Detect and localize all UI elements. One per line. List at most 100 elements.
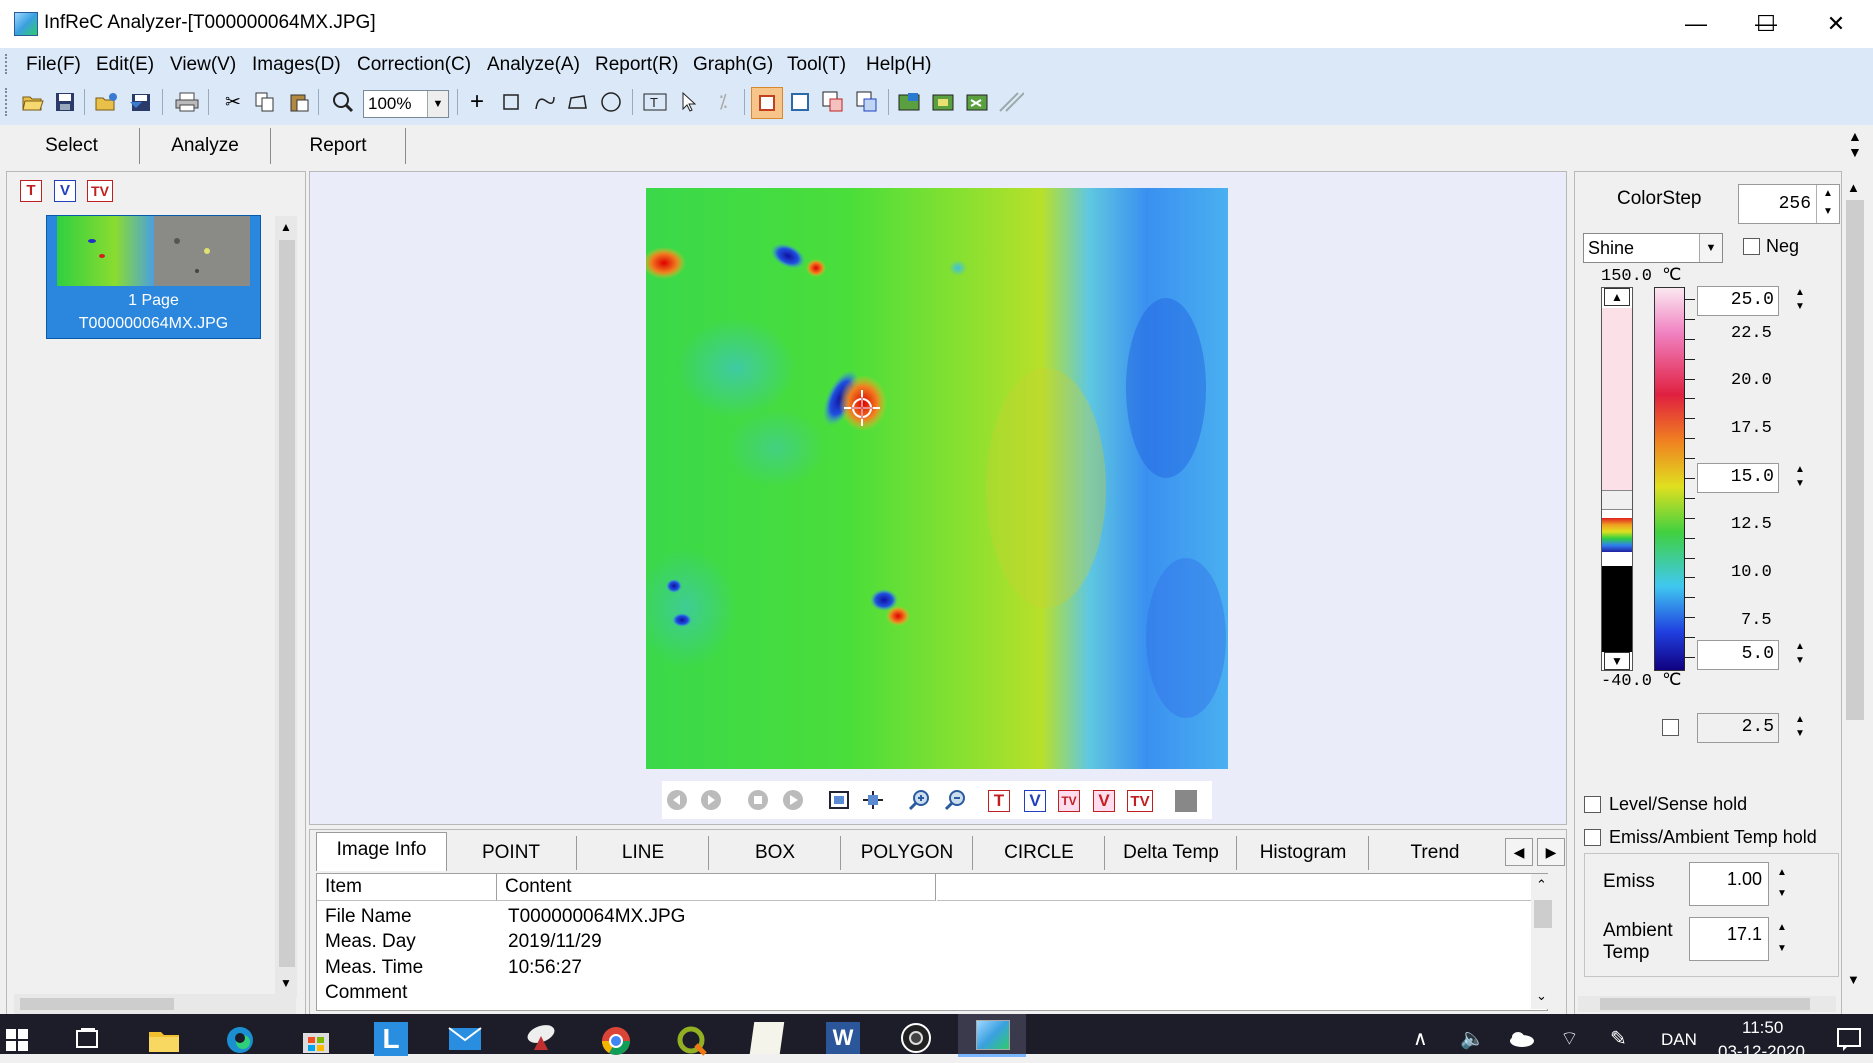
area-icon[interactable] [787, 89, 813, 115]
tab-trend[interactable]: Trend [1370, 836, 1500, 870]
print-icon[interactable] [174, 89, 200, 115]
filter-thermal-icon[interactable]: T [20, 180, 42, 202]
filter-visible-icon[interactable]: V [54, 180, 76, 202]
volume-icon[interactable]: 🔈 [1460, 1026, 1485, 1051]
step-icon[interactable] [698, 787, 724, 813]
tab-analyze[interactable]: Analyze [140, 128, 271, 164]
menu-tool[interactable]: Tool(T) [787, 54, 846, 76]
pen-icon[interactable]: ✎ [1610, 1026, 1627, 1051]
scroll-up-icon[interactable]: ▲ [280, 220, 292, 234]
tab-polygon[interactable]: POLYGON [842, 836, 973, 870]
image-import-icon[interactable] [930, 89, 956, 115]
level-high-spinner[interactable]: 25.0 [1697, 286, 1779, 316]
menu-graph[interactable]: Graph(G) [693, 54, 773, 76]
frame-icon[interactable] [751, 87, 783, 119]
batch-open-icon[interactable] [94, 89, 120, 115]
tab-scroll-arrows[interactable]: ▲ ▼ [1848, 128, 1862, 160]
dual-view-icon[interactable]: TV [1127, 790, 1153, 812]
tab-delta-temp[interactable]: Delta Temp [1106, 836, 1237, 870]
zoom-select[interactable]: 100% ▼ [363, 90, 449, 118]
compare-icon[interactable] [854, 89, 880, 115]
level-mid-spinner[interactable]: 15.0 [1697, 463, 1779, 493]
image-export-icon[interactable] [896, 89, 922, 115]
menu-images[interactable]: Images(D) [252, 54, 341, 76]
neg-checkbox[interactable] [1743, 238, 1760, 255]
infrec-taskbar-button[interactable] [958, 1014, 1026, 1057]
notification-icon[interactable] [1836, 1026, 1862, 1058]
zoom-out-icon[interactable] [942, 787, 968, 813]
tab-circle[interactable]: CIRCLE [974, 836, 1105, 870]
menu-correction[interactable]: Correction(C) [357, 54, 471, 76]
level-sense-hold-checkbox[interactable] [1584, 796, 1601, 813]
play-icon[interactable] [780, 787, 806, 813]
batch-save-icon[interactable] [128, 89, 154, 115]
scroll-up-icon[interactable]: ▲ [1847, 180, 1860, 195]
left-hscroll-thumb[interactable] [20, 998, 174, 1010]
satellite-icon[interactable] [524, 1022, 558, 1060]
file-explorer-icon[interactable] [148, 1026, 180, 1060]
line-tool-icon[interactable] [532, 89, 558, 115]
step-spinner[interactable]: 2.5 [1697, 713, 1779, 743]
chrome-icon[interactable] [600, 1025, 632, 1063]
tray-chevron-icon[interactable]: ∧ [1413, 1026, 1428, 1051]
level-low-spinner[interactable]: 5.0 [1697, 640, 1779, 670]
wifi-icon[interactable]: ⌔ [1560, 1026, 1579, 1051]
minimize-button[interactable]: — [1661, 0, 1731, 48]
copy-icon[interactable] [252, 89, 278, 115]
tab-line[interactable]: LINE [578, 836, 709, 870]
ambient-temp-input[interactable]: 17.1 [1689, 917, 1769, 961]
qgis-icon[interactable] [676, 1025, 708, 1063]
thermal-view-icon[interactable]: T [988, 790, 1010, 812]
store-icon[interactable] [300, 1025, 332, 1061]
spinner-arrows-icon[interactable]: ▲ ▼ [1789, 286, 1811, 314]
lightshot-icon[interactable]: L [374, 1022, 408, 1056]
pdf-icon[interactable] [749, 1022, 785, 1054]
chevron-down-icon[interactable]: ▼ [1699, 234, 1722, 262]
menu-edit[interactable]: Edit(E) [96, 54, 154, 76]
right-hscroll-thumb[interactable] [1600, 998, 1810, 1010]
zoom-icon[interactable] [330, 89, 356, 115]
menu-file[interactable]: File(F) [26, 54, 81, 76]
menu-report[interactable]: Report(R) [595, 54, 678, 76]
thumbnail-card[interactable]: 1 Page T000000064MX.JPG [46, 215, 261, 339]
circle-tool-icon[interactable] [598, 89, 624, 115]
level-bar[interactable]: ▲ ▼ [1601, 287, 1633, 671]
close-button[interactable]: ✕ [1801, 0, 1871, 48]
stripes-icon[interactable] [998, 89, 1024, 115]
filter-both-icon[interactable]: TV [87, 180, 113, 202]
chevron-down-icon[interactable]: ▼ [427, 91, 448, 117]
maximize-button[interactable]: ☐ [1731, 0, 1801, 48]
scroll-down-icon[interactable]: ▼ [1847, 972, 1860, 987]
tab-histogram[interactable]: Histogram [1238, 836, 1369, 870]
tab-point[interactable]: POINT [446, 836, 577, 870]
colorstep-spinner[interactable]: 256 ▲ ▼ [1738, 184, 1840, 224]
spinner-arrows-icon[interactable]: ▲ ▼ [1771, 862, 1793, 904]
level-down-icon[interactable]: ▼ [1604, 652, 1630, 670]
save-icon[interactable] [52, 89, 78, 115]
column-header-content[interactable]: Content [497, 874, 936, 901]
paste-icon[interactable] [286, 89, 312, 115]
merge-icon[interactable] [820, 89, 846, 115]
spinner-arrows-icon[interactable]: ▲ ▼ [1771, 917, 1793, 959]
visible-view-icon[interactable]: V [1024, 790, 1046, 812]
mail-icon[interactable] [448, 1026, 482, 1058]
delete-tool-icon[interactable]: ⁒ [710, 89, 736, 115]
stop-icon[interactable] [745, 787, 771, 813]
info-scroll-thumb[interactable] [1534, 900, 1552, 928]
box-tool-icon[interactable] [498, 89, 524, 115]
scroll-up-icon[interactable]: ⌃ [1536, 877, 1547, 893]
pointer-icon[interactable] [676, 89, 702, 115]
word-icon[interactable]: W [826, 1022, 860, 1054]
fusion-view-icon[interactable]: V [1093, 790, 1115, 812]
palette-select[interactable]: Shine ▼ [1583, 233, 1723, 263]
clock-time[interactable]: 11:50 [1742, 1018, 1783, 1038]
onedrive-icon[interactable] [1508, 1030, 1536, 1054]
menu-view[interactable]: View(V) [170, 54, 236, 76]
point-tool-icon[interactable]: + [464, 88, 490, 115]
tab-box[interactable]: BOX [710, 836, 841, 870]
menu-analyze[interactable]: Analyze(A) [487, 54, 580, 76]
camera-app-icon[interactable] [900, 1022, 932, 1060]
emiss-input[interactable]: 1.00 [1689, 862, 1769, 906]
image-swap-icon[interactable] [964, 89, 990, 115]
tab-scroll-right-icon[interactable]: ▶ [1537, 838, 1565, 866]
